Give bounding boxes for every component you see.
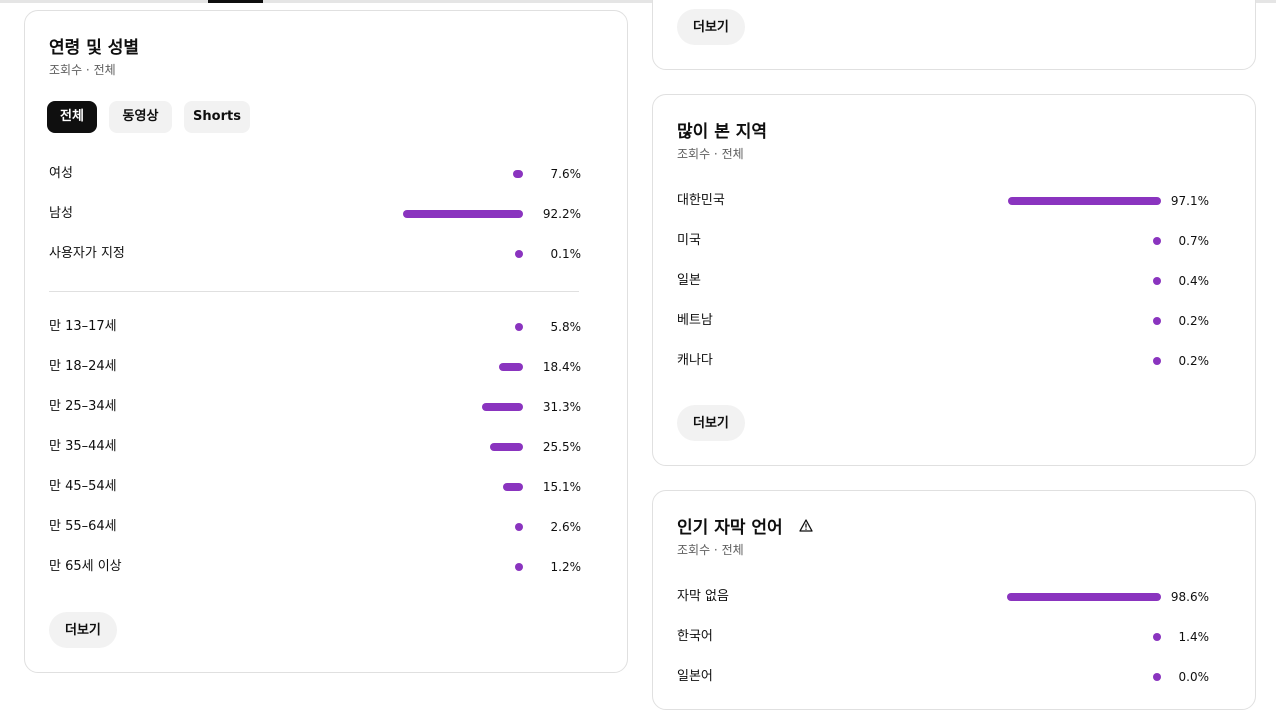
row-label: 캐나다 [677,353,713,368]
list-item: 캐나다 0.2% [677,351,1209,371]
row-percentage: 97.1% [1170,194,1209,208]
list-item: 만 18–24세 18.4% [49,357,581,377]
row-percentage: 0.2% [1178,314,1210,328]
more-button[interactable]: 더보기 [49,612,117,648]
list-item: 대한민국 97.1% [677,191,1209,211]
list-item: 자막 없음 98.6% [677,587,1209,607]
list-item: 미국 0.7% [677,231,1209,251]
percentage-bar [1153,317,1161,325]
row-percentage: 0.7% [1178,234,1210,248]
list-item: 만 13–17세 5.8% [49,317,581,337]
active-tab-indicator [208,0,263,3]
card-subtitle: 조회수 · 전체 [677,147,744,161]
list-item: 일본어 0.0% [677,667,1209,687]
row-label: 한국어 [677,629,713,644]
percentage-bar [1153,237,1161,245]
percentage-bar [1153,357,1161,365]
card-title: 연령 및 성별 [49,38,140,58]
row-label: 일본 [677,273,701,288]
more-button[interactable]: 더보기 [677,405,745,441]
row-label: 여성 [49,166,73,181]
top-regions-card: 많이 본 지역 조회수 · 전체 대한민국 97.1% 미국 0.7% 일본 0.4% 베트… [652,94,1256,466]
row-percentage: 7.6% [550,167,582,181]
list-item: 일본 0.4% [677,271,1209,291]
list-item: 한국어 1.4% [677,627,1209,647]
percentage-bar [515,563,523,571]
percentage-bar [515,523,523,531]
warning-triangle-icon[interactable] [799,519,813,532]
row-percentage: 31.3% [542,400,581,414]
card-title: 많이 본 지역 [677,122,768,142]
percentage-bar [1153,277,1161,285]
previous-card: 더보기 [652,0,1256,70]
list-item: 만 45–54세 15.1% [49,477,581,497]
row-percentage: 0.0% [1178,670,1210,684]
row-label: 미국 [677,233,701,248]
row-label: 베트남 [677,313,713,328]
row-label: 만 55–64세 [49,519,117,534]
row-label: 일본어 [677,669,713,684]
row-label: 만 13–17세 [49,319,117,334]
list-item: 사용자가 지정 0.1% [49,244,581,264]
list-item: 만 25–34세 31.3% [49,397,581,417]
row-label: 남성 [49,206,73,221]
percentage-bar [1153,673,1161,681]
row-percentage: 5.8% [550,320,582,334]
row-label: 만 35–44세 [49,439,117,454]
row-label: 만 65세 이상 [49,559,122,574]
row-percentage: 2.6% [550,520,582,534]
percentage-bar [403,210,523,218]
card-title: 인기 자막 언어 [677,518,783,538]
chip-all[interactable]: 전체 [47,101,97,133]
percentage-bar [490,443,523,451]
row-percentage: 0.2% [1178,354,1210,368]
percentage-bar [503,483,523,491]
percentage-bar [1153,633,1161,641]
chip-shorts[interactable]: Shorts [184,101,250,133]
row-percentage: 25.5% [542,440,581,454]
percentage-bar [1007,593,1161,601]
row-label: 대한민국 [677,193,725,208]
row-percentage: 18.4% [542,360,581,374]
percentage-bar [513,170,523,178]
list-item: 만 35–44세 25.5% [49,437,581,457]
percentage-bar [515,250,523,258]
age-gender-card: 연령 및 성별 조회수 · 전체 전체 동영상 Shorts 여성 7.6% 남성 9… [24,10,628,673]
card-subtitle: 조회수 · 전체 [677,543,744,557]
row-percentage: 0.4% [1178,274,1210,288]
row-label: 만 18–24세 [49,359,117,374]
list-item: 여성 7.6% [49,164,581,184]
row-percentage: 98.6% [1170,590,1209,604]
list-item: 만 65세 이상 1.2% [49,557,581,577]
percentage-bar [499,363,523,371]
section-divider [49,291,579,292]
list-item: 만 55–64세 2.6% [49,517,581,537]
list-item: 베트남 0.2% [677,311,1209,331]
percentage-bar [482,403,523,411]
percentage-bar [515,323,523,331]
more-button[interactable]: 더보기 [677,9,745,45]
percentage-bar [1008,197,1161,205]
chip-videos[interactable]: 동영상 [109,101,172,133]
row-percentage: 1.4% [1178,630,1210,644]
row-percentage: 15.1% [542,480,581,494]
row-label: 사용자가 지정 [49,246,125,261]
row-percentage: 1.2% [550,560,582,574]
subtitle-languages-card: 인기 자막 언어 조회수 · 전체 자막 없음 98.6% 한국어 1.4% 일본어 0.… [652,490,1256,710]
row-label: 만 25–34세 [49,399,117,414]
row-percentage: 92.2% [542,207,581,221]
card-subtitle: 조회수 · 전체 [49,63,116,77]
row-label: 자막 없음 [677,589,729,604]
list-item: 남성 92.2% [49,204,581,224]
row-percentage: 0.1% [550,247,582,261]
row-label: 만 45–54세 [49,479,117,494]
